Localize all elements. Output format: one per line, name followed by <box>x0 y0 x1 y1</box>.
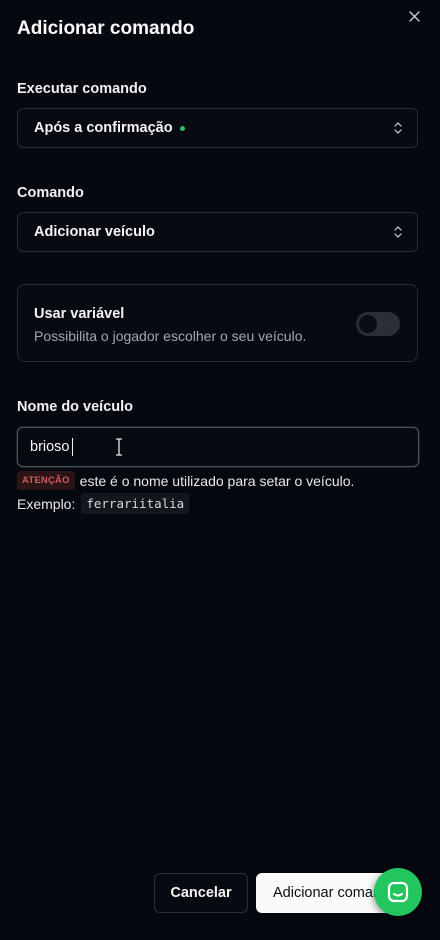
close-button[interactable] <box>404 6 424 26</box>
vehicle-name-input[interactable] <box>17 427 419 467</box>
execute-label: Executar comando <box>17 81 147 97</box>
vehicle-name-example: Exemplo: ferrariitalia <box>17 493 190 514</box>
toggle-knob <box>359 315 377 333</box>
use-variable-title: Usar variável <box>34 306 125 322</box>
execute-select[interactable]: Após a confirmação <box>17 108 418 148</box>
chat-button[interactable] <box>374 868 422 916</box>
use-variable-toggle[interactable] <box>356 312 400 336</box>
text-cursor-icon <box>116 438 122 456</box>
text-caret <box>72 438 73 456</box>
chat-icon <box>387 881 409 903</box>
example-label: Exemplo: <box>17 495 76 512</box>
command-select-value: Adicionar veículo <box>34 224 155 240</box>
vehicle-name-hint: ATENÇÃO este é o nome utilizado para set… <box>17 471 354 490</box>
status-dot-icon <box>179 126 185 131</box>
vehicle-name-label: Nome do veículo <box>17 399 134 415</box>
warning-badge: ATENÇÃO <box>17 471 75 490</box>
command-select[interactable]: Adicionar veículo <box>17 212 418 252</box>
chevron-up-down-icon <box>393 121 403 135</box>
command-label: Comando <box>17 185 84 201</box>
dialog-title: Adicionar comando <box>17 18 195 39</box>
add-command-dialog: Adicionar comando Executar comando Após … <box>0 0 440 940</box>
use-variable-description: Possibilita o jogador escolher o seu veí… <box>34 328 307 344</box>
use-variable-card: Usar variável Possibilita o jogador esco… <box>17 284 418 362</box>
hint-text: este é o nome utilizado para setar o veí… <box>79 472 355 489</box>
close-icon <box>408 10 420 22</box>
chevron-up-down-icon <box>393 225 403 239</box>
cancel-button[interactable]: Cancelar <box>154 873 248 913</box>
example-code: ferrariitalia <box>81 493 190 514</box>
execute-select-value: Após a confirmação <box>34 120 173 136</box>
